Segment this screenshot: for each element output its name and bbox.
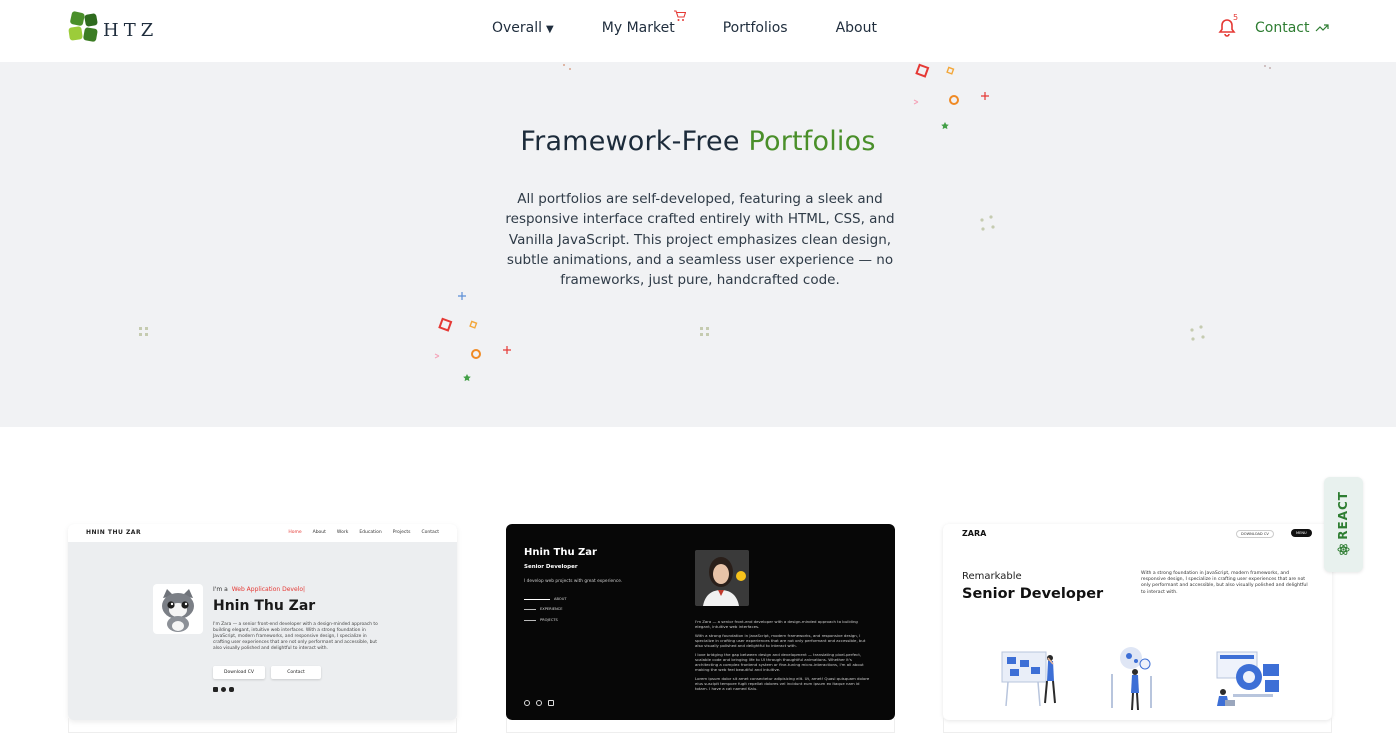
menu-portfolios[interactable]: Portfolios xyxy=(723,20,788,36)
card3-download-button[interactable]: DOWNLOAD CV xyxy=(1236,530,1274,538)
page-title: Framework-Free Portfolios xyxy=(0,126,1396,157)
card1-text: I'm Zara — a senior front-end developer … xyxy=(213,622,378,651)
card2-title: Senior Developer xyxy=(524,564,578,570)
card2-footer xyxy=(506,718,895,733)
card1-role: Web Application Develo| xyxy=(231,586,306,593)
download-cv-button[interactable]: Download CV xyxy=(213,666,265,679)
top-navbar: HTZ Overall ▼ My Market Portfolios About … xyxy=(0,0,1396,62)
card3-subtitle: Remarkable xyxy=(962,571,1022,582)
card2-paragraph: With a strong foundation in JavaScript, … xyxy=(695,633,866,648)
card2-paragraph: I love bridging the gap between design a… xyxy=(695,652,864,672)
cart-icon xyxy=(673,10,686,21)
portfolio-card-2[interactable]: Hnin Thu Zar Senior Developer I develop … xyxy=(506,524,895,720)
profile-photo-icon xyxy=(695,550,749,606)
hero-section: Framework-Free Portfolios All portfolios… xyxy=(0,62,1396,427)
profile-photo xyxy=(695,550,749,606)
caret-down-icon: ▼ xyxy=(546,24,554,35)
card2-paragraph: I'm Zara — a senior front-end developer … xyxy=(695,619,858,629)
card2-link-label: PROJECTS xyxy=(540,618,558,622)
trend-arrow-icon xyxy=(1316,24,1330,32)
dots-decoration-icon xyxy=(980,215,995,231)
card1-heading: Hnin Thu Zar xyxy=(213,598,316,614)
menu-about[interactable]: About xyxy=(836,20,877,36)
dots-decoration-icon xyxy=(139,327,148,336)
card1-footer xyxy=(68,718,457,733)
card2-name: Hnin Thu Zar xyxy=(524,547,597,558)
menu-overall-label: Overall xyxy=(492,20,543,36)
confetti-decoration-icon xyxy=(913,63,989,130)
menu-overall[interactable]: Overall ▼ xyxy=(492,20,554,36)
card2-text: I'm Zara — a senior front-end developer … xyxy=(695,619,870,695)
dots-decoration-icon xyxy=(1264,65,1271,69)
dots-decoration-icon xyxy=(563,64,571,70)
title-accent: Portfolios xyxy=(748,126,876,157)
card1-nav-item: About xyxy=(312,530,326,535)
card3-logo: ZARA xyxy=(962,529,987,538)
react-badge-label: REACT xyxy=(1336,491,1350,540)
instagram-icon[interactable] xyxy=(229,687,234,692)
card1-nav-item: Work xyxy=(336,530,349,535)
instagram-icon[interactable] xyxy=(536,700,542,706)
logo-text: HTZ xyxy=(103,19,159,41)
card2-link-label: EXPERIENCE xyxy=(540,607,563,611)
card1-brand: HNIN THU ZAR xyxy=(86,529,142,536)
card1-nav-item: Home xyxy=(288,530,302,535)
contact-label: Contact xyxy=(1255,20,1310,36)
logo[interactable]: HTZ xyxy=(68,11,158,43)
card2-paragraph: Lorem ipsum dolor sit amet consectetur a… xyxy=(695,676,870,691)
react-badge[interactable]: REACT xyxy=(1324,477,1363,572)
title-plain: Framework-Free xyxy=(520,126,749,157)
hero-description: All portfolios are self-developed, featu… xyxy=(505,191,895,289)
react-atom-icon xyxy=(1337,544,1350,555)
portfolio-card-3[interactable]: ZARA DOWNLOAD CV MENU Remarkable Senior … xyxy=(943,524,1332,720)
dots-decoration-icon xyxy=(1190,325,1205,341)
card1-nav-item: Education xyxy=(359,530,382,535)
card2-tagline: I develop web projects with great experi… xyxy=(524,579,623,584)
menu-my-market[interactable]: My Market xyxy=(601,10,686,36)
card2-social xyxy=(524,700,560,706)
portfolio-card-1[interactable]: HNIN THU ZAR Home About Work Education P… xyxy=(68,524,457,720)
github-icon[interactable] xyxy=(221,687,226,692)
card2-link-about[interactable]: ABOUT xyxy=(524,597,567,601)
card2-link-projects[interactable]: PROJECTS xyxy=(524,618,558,622)
card2-link-experience[interactable]: EXPERIENCE xyxy=(524,607,562,611)
card3-text: With a strong foundation in JavaScript, … xyxy=(1141,571,1308,595)
menu-portfolios-label: Portfolios xyxy=(722,20,788,36)
card3-footer xyxy=(943,718,1332,733)
confetti-decoration-icon xyxy=(434,292,511,382)
cat-avatar-icon xyxy=(162,589,194,632)
contact-button[interactable]: Contact xyxy=(271,666,321,679)
menu-my-market-label: My Market xyxy=(601,20,675,36)
github-icon[interactable] xyxy=(524,700,530,706)
notification-count: 5 xyxy=(1233,13,1239,22)
card1-greeting: I'm a Web Application Develo| xyxy=(213,586,305,593)
card1-greeting-text: I'm a xyxy=(213,586,228,593)
data-analysis-illustration-icon xyxy=(1111,647,1152,711)
linkedin-icon[interactable] xyxy=(213,687,218,692)
board-illustration-icon xyxy=(1001,651,1056,707)
card1-nav: Home About Work Education Projects Conta… xyxy=(277,530,439,535)
main-menu: Overall ▼ My Market Portfolios About xyxy=(492,10,925,36)
card1-nav-item: Projects xyxy=(392,530,411,535)
card3-heading: Senior Developer xyxy=(962,586,1104,602)
card2-link-label: ABOUT xyxy=(554,597,567,601)
contact-link[interactable]: Contact xyxy=(1255,20,1330,36)
linkedin-icon[interactable] xyxy=(548,700,554,706)
leaf-logo-icon xyxy=(68,11,98,42)
card1-social xyxy=(213,687,237,692)
gear-settings-illustration-icon xyxy=(1216,651,1279,706)
dots-decoration-icon xyxy=(700,327,709,336)
card1-nav-item: Contact xyxy=(421,530,439,535)
card1-header: HNIN THU ZAR Home About Work Education P… xyxy=(68,524,457,542)
cat-avatar xyxy=(153,584,203,634)
menu-about-label: About xyxy=(835,20,877,36)
card3-menu-button[interactable]: MENU xyxy=(1291,529,1312,537)
